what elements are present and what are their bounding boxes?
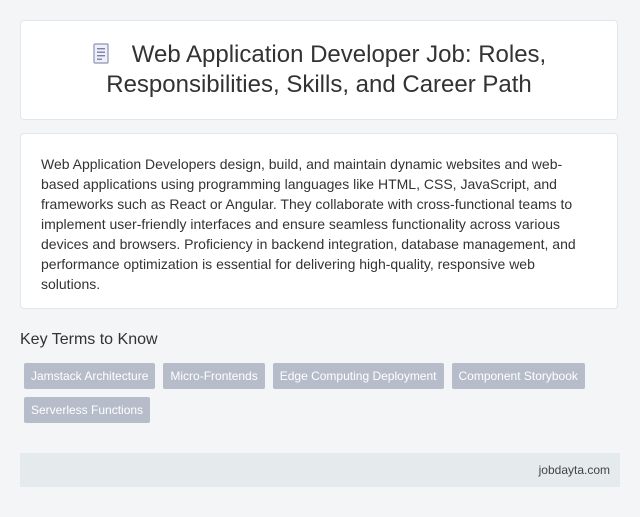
- tag-serverless-functions[interactable]: Serverless Functions: [24, 397, 151, 423]
- page-title: Web Application Developer Job: Roles, Re…: [21, 40, 617, 100]
- title-card: Web Application Developer Job: Roles, Re…: [20, 20, 618, 120]
- footer-site-link[interactable]: jobdayta.com: [539, 463, 610, 477]
- summary-card: Web Application Developers design, build…: [20, 133, 618, 309]
- tag-edge-computing-deployment[interactable]: Edge Computing Deployment: [272, 363, 444, 389]
- footer: jobdayta.com: [20, 453, 620, 487]
- tag-jamstack-architecture[interactable]: Jamstack Architecture: [24, 363, 156, 389]
- page-title-text: Web Application Developer Job: Roles, Re…: [106, 41, 547, 98]
- tag-micro-frontends[interactable]: Micro-Frontends: [163, 363, 265, 389]
- key-terms-tags: Jamstack Architecture Micro-Frontends Ed…: [24, 363, 614, 423]
- key-terms-heading: Key Terms to Know: [20, 331, 158, 348]
- tag-component-storybook[interactable]: Component Storybook: [451, 363, 585, 389]
- document-icon: [92, 43, 110, 65]
- summary-text: Web Application Developers design, build…: [41, 156, 576, 292]
